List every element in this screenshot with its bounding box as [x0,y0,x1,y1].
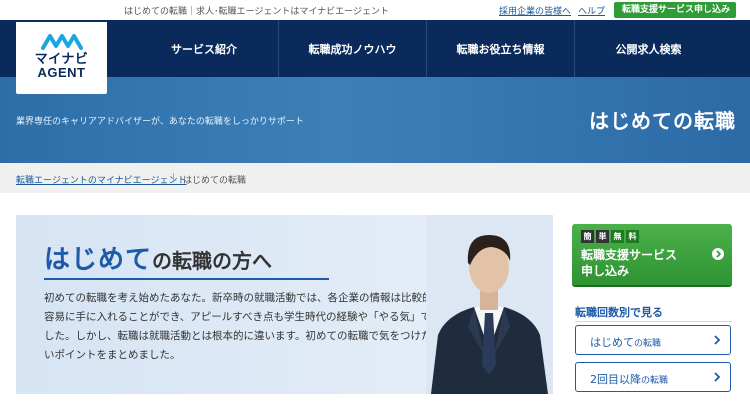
site-tagline: はじめての転職｜求人･転職エージェントはマイナビエージェント [124,7,389,17]
logo-text-mynavi: マイナビ [34,51,89,66]
utility-bar: はじめての転職｜求人･転職エージェントはマイナビエージェント 採用企業の皆様へ … [0,0,750,20]
chevron-right-icon [712,248,724,260]
intro-heading: はじめての転職の方へ [44,239,272,276]
second-change-button[interactable]: 2回目以降の転職 [575,362,731,392]
nav-item-knowhow[interactable]: 転職成功ノウハウ [278,20,426,77]
chevron-right-icon [714,335,721,345]
intro-heading-rest: の転職の方へ [152,249,273,273]
chevron-right-icon [714,372,721,382]
second-change-label: 2回目以降の転職 [590,371,668,387]
hero-subtitle: 業界専任のキャリアアドバイザーが、あなたの転職をしっかりサポート [16,117,304,127]
sidebar-signup-button[interactable]: 簡 単 無 料 転職支援サービス 申し込み [572,224,732,285]
nav-item-service[interactable]: サービス紹介 [130,20,278,77]
site-logo[interactable]: マイナビ AGENT [16,22,107,94]
breadcrumb: 転職エージェントのマイナビエージェント | はじめての転職 [0,163,750,193]
global-nav: サービス紹介 転職成功ノウハウ 転職お役立ち情報 公開求人検索 [130,20,750,77]
second-change-main: 2回目以降 [590,373,641,386]
businessman-photo [426,215,553,394]
free-easy-tags: 簡 単 無 料 [581,230,639,243]
first-change-main: はじめて [590,336,634,349]
breadcrumb-current: はじめての転職 [183,176,247,186]
first-change-suffix: の転職 [634,339,662,349]
sidebar-cta-line1: 転職支援サービス [581,248,678,262]
tag-tan: 単 [596,230,609,243]
mynavi-logo-icon [41,34,83,50]
breadcrumb-separator: | [172,173,176,183]
page-title: はじめての転職 [589,109,736,133]
sidebar-cta-line2: 申し込み [581,264,630,278]
help-link[interactable]: ヘルプ [578,4,605,17]
intro-heading-highlight: はじめて [44,245,153,275]
first-change-button[interactable]: はじめての転職 [575,325,731,355]
breadcrumb-home-link[interactable]: 転職エージェントのマイナビエージェント [16,173,186,186]
global-header: マイナビ AGENT サービス紹介 転職成功ノウハウ 転職お役立ち情報 公開求人… [0,20,750,94]
page: はじめての転職｜求人･転職エージェントはマイナビエージェント 採用企業の皆様へ … [0,0,750,403]
sidebar-divider [575,321,732,322]
top-signup-button[interactable]: 転職支援サービス申し込み [614,2,736,18]
logo-text-agent: AGENT [37,65,86,80]
employer-link[interactable]: 採用企業の皆様へ [499,4,571,17]
heading-underline [44,278,329,280]
intro-visual: はじめての転職の方へ 初めての転職を考え始めたあなた。新卒時の就職活動では、各企… [16,215,553,394]
nav-item-job-search[interactable]: 公開求人検索 [574,20,722,77]
tag-kan: 簡 [581,230,594,243]
intro-body-text: 初めての転職を考え始めたあなた。新卒時の就職活動では、各企業の情報は比較的容易に… [44,292,433,361]
hero-banner: 業界専任のキャリアアドバイザーが、あなたの転職をしっかりサポート はじめての転職 [0,77,750,163]
nav-item-info[interactable]: 転職お役立ち情報 [426,20,574,77]
tag-mu: 無 [611,230,624,243]
first-change-label: はじめての転職 [590,334,661,350]
tag-ryo: 料 [626,230,639,243]
sidebar-heading: 転職回数別で見る [575,306,663,319]
second-change-suffix: の転職 [641,376,669,386]
